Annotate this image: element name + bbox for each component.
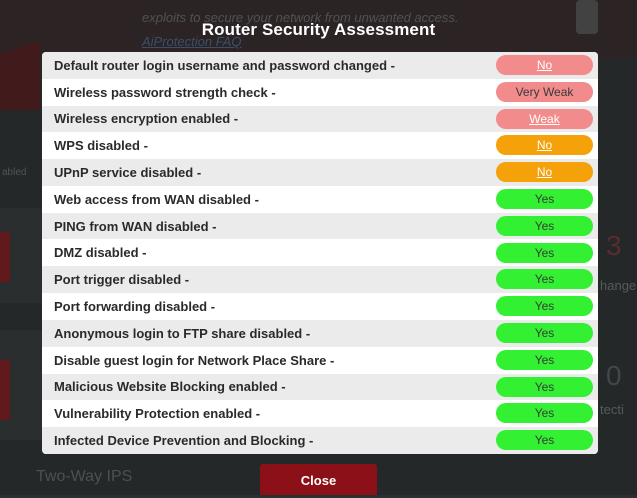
assessment-label: Vulnerability Protection enabled - bbox=[54, 406, 261, 422]
status-badge[interactable]: No bbox=[496, 55, 593, 75]
close-button[interactable]: Close bbox=[260, 464, 377, 495]
assessment-label: Port forwarding disabled - bbox=[54, 298, 216, 314]
assessment-label: Wireless password strength check - bbox=[54, 84, 276, 100]
assessment-row: Default router login username and passwo… bbox=[42, 52, 598, 79]
assessment-row: Disable guest login for Network Place Sh… bbox=[42, 346, 598, 374]
status-badge[interactable]: Weak bbox=[496, 108, 593, 129]
status-badge: Yes bbox=[496, 189, 593, 209]
assessment-label: Malicious Website Blocking enabled - bbox=[54, 379, 286, 395]
dialog-title: Router Security Assessment bbox=[201, 20, 436, 39]
assessment-row: Infected Device Prevention and Blocking … bbox=[42, 427, 598, 454]
assessment-label: Infected Device Prevention and Blocking … bbox=[54, 432, 314, 448]
assessment-row: Vulnerability Protection enabled - Yes bbox=[42, 400, 598, 427]
assessment-label: UPnP service disabled - bbox=[54, 164, 202, 180]
assessment-row: Web access from WAN disabled - Yes bbox=[42, 186, 598, 213]
assessment-row: WPS disabled - No bbox=[42, 132, 598, 159]
status-badge[interactable]: No bbox=[496, 135, 593, 156]
assessment-row: Malicious Website Blocking enabled - Yes bbox=[42, 373, 598, 401]
status-badge: Yes bbox=[496, 242, 593, 263]
assessment-row: Wireless encryption enabled - Weak bbox=[42, 105, 598, 133]
status-badge: Very Weak bbox=[496, 81, 593, 102]
status-badge: Yes bbox=[496, 376, 593, 397]
assessment-label: Port trigger disabled - bbox=[54, 272, 190, 288]
assessment-row: Port forwarding disabled - Yes bbox=[42, 293, 598, 320]
assessment-row: Wireless password strength check - Very W… bbox=[42, 78, 598, 106]
assessment-label: Web access from WAN disabled - bbox=[54, 191, 259, 207]
status-badge: Yes bbox=[496, 269, 593, 290]
assessment-label: DMZ disabled - bbox=[54, 245, 147, 261]
status-badge: Yes bbox=[496, 349, 593, 370]
status-badge[interactable]: No bbox=[496, 162, 593, 183]
assessment-label: PING from WAN disabled - bbox=[54, 218, 217, 234]
security-assessment-list: Default router login username and passwo… bbox=[42, 52, 598, 454]
assessment-row: Anonymous login to FTP share disabled - Y… bbox=[42, 320, 598, 347]
status-badge: Yes bbox=[496, 430, 593, 451]
assessment-row: Port trigger disabled - Yes bbox=[42, 266, 598, 293]
assessment-row: PING from WAN disabled - Yes bbox=[42, 212, 598, 240]
assessment-label: Disable guest login for Network Place Sh… bbox=[54, 352, 335, 368]
status-badge: Yes bbox=[496, 323, 593, 343]
status-badge: Yes bbox=[496, 296, 593, 317]
assessment-label: Default router login username and passwo… bbox=[54, 57, 395, 73]
status-badge: Yes bbox=[496, 215, 593, 236]
assessment-row: DMZ disabled - Yes bbox=[42, 239, 598, 267]
assessment-row: UPnP service disabled - No bbox=[42, 159, 598, 186]
assessment-label: WPS disabled - bbox=[54, 138, 148, 154]
assessment-label: Wireless encryption enabled - bbox=[54, 111, 239, 127]
assessment-label: Anonymous login to FTP share disabled - bbox=[54, 325, 311, 341]
status-badge: Yes bbox=[496, 403, 593, 424]
